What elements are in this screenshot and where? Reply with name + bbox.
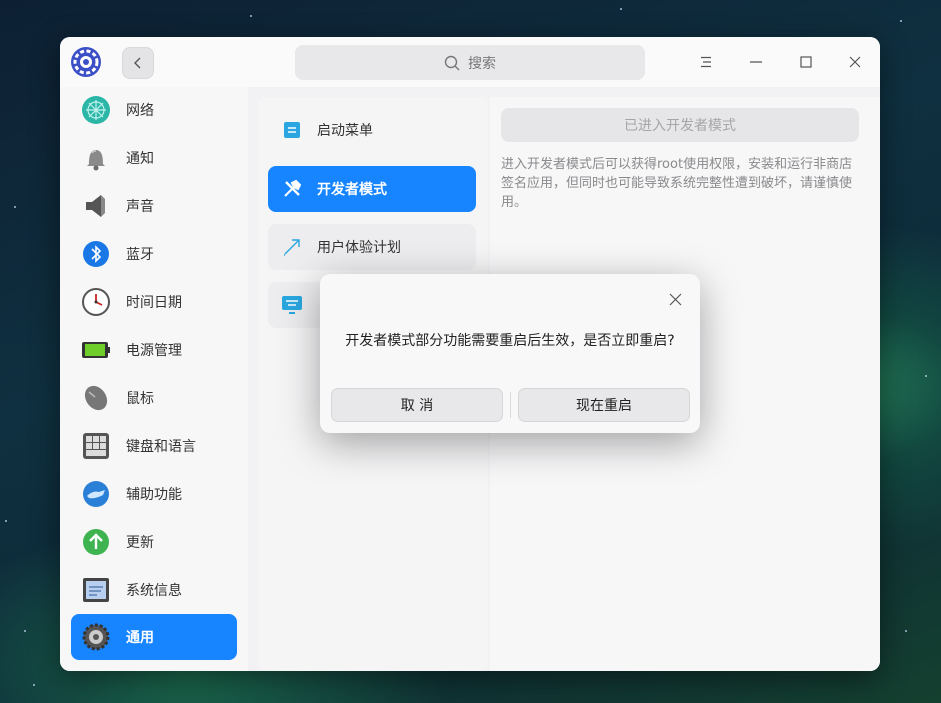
- sidebar-item-label: 系统信息: [126, 583, 182, 599]
- menu-icon: [701, 56, 711, 68]
- sidebar-item-label: 声音: [126, 199, 154, 215]
- sidebar-item-system-info[interactable]: 系统信息: [71, 567, 237, 613]
- sidebar-item-notification[interactable]: 通知: [71, 135, 237, 181]
- sidebar-item-sound[interactable]: 声音: [71, 183, 237, 229]
- sidebar-item-label: 辅助功能: [126, 487, 182, 503]
- clock-icon: [81, 287, 111, 317]
- update-arrow-icon: [81, 527, 111, 557]
- dialog-close-button[interactable]: [666, 290, 684, 308]
- sidebar-item-label: 通知: [126, 151, 154, 167]
- maximize-button[interactable]: [793, 49, 819, 75]
- titlebar: 搜索: [60, 37, 880, 87]
- keyboard-icon: [81, 431, 111, 461]
- tools-icon: [281, 178, 303, 200]
- bell-icon: [81, 143, 111, 173]
- speaker-icon: [81, 191, 111, 221]
- system-info-icon: [81, 575, 111, 605]
- button-divider: [510, 392, 511, 418]
- mid-item-label: 启动菜单: [317, 123, 373, 139]
- sidebar-item-bluetooth[interactable]: 蓝牙: [71, 231, 237, 277]
- mid-item-label: 用户体验计划: [317, 240, 401, 256]
- sidebar-item-general[interactable]: 通用: [71, 614, 237, 660]
- cancel-button[interactable]: 取 消: [331, 388, 503, 422]
- network-icon: [81, 95, 111, 125]
- sidebar-item-label: 鼠标: [126, 391, 154, 407]
- diagnostics-icon: [281, 294, 303, 316]
- back-button[interactable]: [122, 47, 154, 79]
- menu-button[interactable]: [693, 49, 719, 75]
- mouse-icon: [81, 383, 111, 413]
- maximize-icon: [800, 56, 812, 68]
- sidebar-item-update[interactable]: 更新: [71, 519, 237, 565]
- sidebar-item-label: 时间日期: [126, 295, 182, 311]
- sidebar-item-keyboard[interactable]: 键盘和语言: [71, 423, 237, 469]
- sidebar-item-label: 网络: [126, 103, 154, 119]
- sidebar-item-label: 蓝牙: [126, 247, 154, 263]
- mid-item-user-experience[interactable]: 用户体验计划: [268, 224, 476, 270]
- sidebar-item-label: 通用: [126, 630, 154, 646]
- mid-item-boot-menu[interactable]: 启动菜单: [268, 107, 476, 153]
- chevron-left-icon: [134, 57, 141, 69]
- sidebar-item-label: 更新: [126, 535, 154, 551]
- bluetooth-icon: [81, 239, 111, 269]
- battery-icon: [81, 335, 111, 365]
- close-window-button[interactable]: [842, 49, 868, 75]
- sidebar-item-mouse[interactable]: 鼠标: [71, 375, 237, 421]
- sidebar-item-label: 键盘和语言: [126, 439, 196, 455]
- sidebar-item-datetime[interactable]: 时间日期: [71, 279, 237, 325]
- control-center-logo-icon: [70, 46, 102, 78]
- mid-item-developer-mode[interactable]: 开发者模式: [268, 166, 476, 212]
- dialog-message: 开发者模式部分功能需要重启后生效，是否立即重启?: [345, 333, 675, 349]
- developer-mode-button[interactable]: 已进入开发者模式: [501, 108, 859, 142]
- sidebar-item-label: 电源管理: [126, 343, 182, 359]
- search-input[interactable]: 搜索: [295, 45, 645, 80]
- close-icon: [669, 293, 681, 305]
- trend-icon: [281, 236, 303, 258]
- restart-dialog: 开发者模式部分功能需要重启后生效，是否立即重启? 取 消 现在重启: [320, 274, 700, 433]
- search-icon: [444, 55, 460, 70]
- sidebar-item-network[interactable]: 网络: [71, 87, 237, 133]
- sidebar: 网络 通知 声音 蓝牙 时间日期 电源管理 鼠标 键盘和语言 辅助功能 更新 系…: [60, 87, 248, 671]
- minimize-button[interactable]: [743, 49, 769, 75]
- mid-item-label: 开发者模式: [317, 182, 387, 198]
- sidebar-item-power[interactable]: 电源管理: [71, 327, 237, 373]
- search-placeholder: 搜索: [468, 55, 496, 72]
- gear-icon: [81, 622, 111, 652]
- restart-now-button[interactable]: 现在重启: [518, 388, 690, 422]
- developer-mode-description: 进入开发者模式后可以获得root使用权限，安装和运行非商店签名应用，但同时也可能…: [501, 157, 853, 210]
- minimize-icon: [750, 61, 762, 63]
- close-icon: [849, 56, 861, 68]
- sidebar-item-accessibility[interactable]: 辅助功能: [71, 471, 237, 517]
- boot-menu-icon: [281, 119, 303, 141]
- accessibility-icon: [81, 479, 111, 509]
